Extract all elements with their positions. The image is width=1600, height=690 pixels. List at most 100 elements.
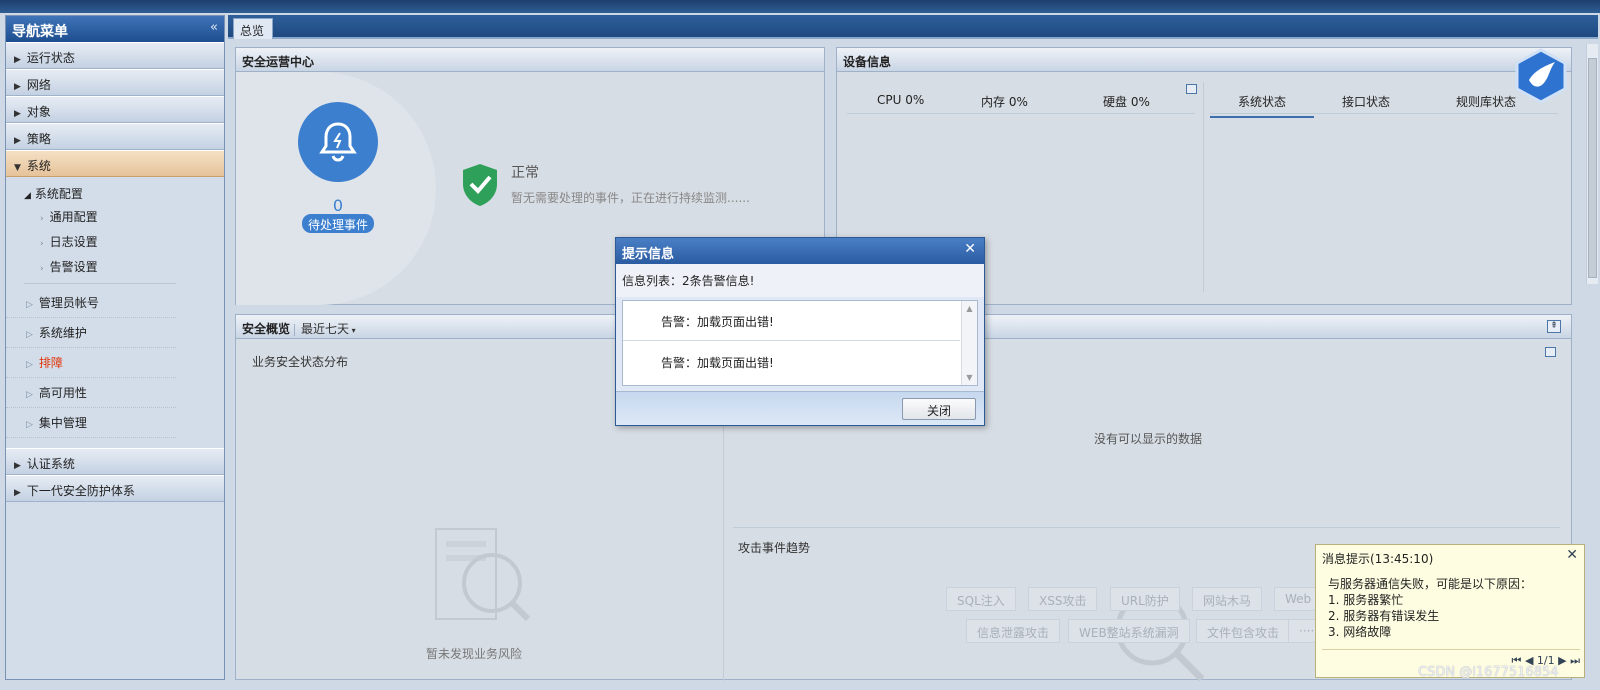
cpu-usage: CPU 0% (877, 93, 925, 107)
divider (1203, 82, 1204, 292)
watermark: CSDN @l1677516854 (1418, 665, 1559, 680)
close-button[interactable]: 关闭 (902, 398, 976, 420)
sidebar-item-system[interactable]: ▼ 系统 (6, 150, 224, 177)
scrollbar-thumb[interactable] (1588, 58, 1597, 278)
toast-line: 与服务器通信失败，可能是以下原因： (1328, 577, 1533, 591)
attack-tag: 网站木马 (1192, 587, 1263, 611)
submenu-item-admin-account[interactable]: ▷ 管理员帐号 (6, 288, 176, 318)
pending-events-label[interactable]: 待处理事件 (302, 214, 374, 233)
tab-overview[interactable]: 总览 (233, 18, 273, 39)
caret-down-icon: ▼ (14, 163, 21, 173)
disk-usage: 硬盘 0% (1103, 95, 1150, 109)
top-bar (0, 0, 1600, 13)
shield-check-icon (460, 162, 500, 211)
attack-tag: SQL注入 (946, 587, 1016, 611)
submenu-item-label: 高可用性 (38, 386, 87, 400)
alert-dialog: 提示信息 ✕ 信息列表：2条告警信息! 告警：加载页面出错! 告警：加载页面出错… (615, 237, 985, 426)
attack-tag: 文件包含攻击 (1196, 619, 1291, 643)
time-range-value: 最近七天 (301, 322, 350, 336)
dialog-header: 提示信息 ✕ (616, 238, 984, 264)
caret-right-icon: ▶ (14, 488, 21, 498)
alert-list: 告警：加载页面出错! 告警：加载页面出错! ▲ ▼ (622, 300, 978, 386)
panel-title: 安全运营中心 (236, 48, 824, 72)
submenu-group-system-config[interactable]: ◢ 系统配置 (6, 181, 224, 204)
last-page-icon[interactable]: ⏭ (1570, 654, 1580, 667)
caret-right-icon: ▷ (26, 300, 33, 310)
panel-title: 安全概览 (242, 322, 291, 336)
submenu-item-label: 集中管理 (38, 416, 87, 430)
submenu-item-label: 告警设置 (49, 260, 98, 274)
device-tabs: 系统状态 接口状态 规则库状态 (1210, 88, 1558, 118)
main-scrollbar[interactable] (1586, 44, 1598, 284)
attack-tag: URL防护 (1110, 587, 1180, 611)
sidebar-item-auth-system[interactable]: ▶ 认证系统 (6, 448, 224, 475)
caret-right-icon: ▶ (14, 136, 21, 146)
submenu-item-general-config[interactable]: › 通用配置 (6, 204, 224, 229)
toast-title: 消息提示(13:45:10) (1322, 552, 1434, 566)
status-title: 正常 (511, 165, 539, 181)
submenu-item-central-management[interactable]: ▷ 集中管理 (6, 408, 176, 438)
sidebar-header: 导航菜单 « (6, 16, 224, 42)
caret-right-icon: ▷ (26, 420, 33, 430)
list-item: 告警：加载页面出错! (623, 301, 960, 341)
sidebar-item-label: 策略 (26, 132, 51, 146)
time-range-dropdown[interactable]: 最近七天 ▾ (301, 322, 356, 336)
nav-sidebar: 导航菜单 « ▶ 运行状态 ▶ 网络 ▶ 对象 ▶ 策略 ▼ 系统 ◢ 系统配置 › 通用配置… (5, 15, 225, 680)
bell-icon[interactable] (298, 102, 378, 182)
divider (733, 527, 1560, 528)
arrow-icon: › (40, 214, 44, 224)
tab-interface-status[interactable]: 接口状态 (1342, 93, 1390, 110)
toast-header: 消息提示(13:45:10) ✕ (1316, 545, 1584, 572)
sidebar-item-object[interactable]: ▶ 对象 (6, 96, 224, 123)
sidebar-item-network[interactable]: ▶ 网络 (6, 69, 224, 96)
arrow-icon: › (40, 264, 44, 274)
scroll-up-icon[interactable]: ▲ (962, 304, 977, 313)
close-icon[interactable]: ✕ (964, 241, 976, 257)
dialog-footer: 关闭 (616, 391, 984, 425)
divider (294, 323, 296, 336)
panel-title: 设备信息 (837, 48, 1571, 72)
sidebar-item-run-status[interactable]: ▶ 运行状态 (6, 42, 224, 69)
submenu-item-label: 通用配置 (49, 210, 98, 224)
submenu-item-alarm-settings[interactable]: › 告警设置 (6, 254, 224, 279)
caret-right-icon: ▶ (14, 109, 21, 119)
caret-right-icon: ▷ (26, 330, 33, 340)
message-toast: 消息提示(13:45:10) ✕ 与服务器通信失败，可能是以下原因： 1. 服务… (1315, 544, 1585, 678)
sidebar-title: 导航菜单 (12, 24, 68, 40)
sidebar-item-label: 系统 (26, 159, 51, 173)
attack-trend-title: 攻击事件趋势 (738, 541, 811, 555)
sidebar-item-ngfw-defense[interactable]: ▶ 下一代安全防护体系 (6, 475, 224, 502)
biz-status-title: 业务安全状态分布 (252, 355, 349, 369)
list-scrollbar[interactable]: ▲ ▼ (961, 301, 977, 385)
submenu-item-high-availability[interactable]: ▷ 高可用性 (6, 378, 176, 408)
sidebar-item-policy[interactable]: ▶ 策略 (6, 123, 224, 150)
sidebar-item-label: 网络 (26, 78, 51, 92)
caret-down-icon: ◢ (24, 191, 31, 201)
submenu-item-label: 系统维护 (38, 326, 87, 340)
submenu-group-label: 系统配置 (34, 187, 83, 201)
tab-bar: 总览 (228, 15, 1598, 39)
caret-right-icon: ▶ (14, 55, 21, 65)
maximize-icon[interactable] (1545, 347, 1556, 357)
submenu-item-troubleshoot[interactable]: ▷ 排障 (6, 348, 176, 378)
scroll-down-icon[interactable]: ▼ (962, 373, 977, 382)
collapse-sidebar-icon[interactable]: « (210, 20, 218, 35)
magnifier-document-icon (435, 528, 531, 622)
attack-tag: XSS攻击 (1028, 587, 1098, 611)
submenu-item-log-settings[interactable]: › 日志设置 (6, 229, 224, 254)
close-icon[interactable]: ✕ (1566, 547, 1578, 563)
toast-body: 与服务器通信失败，可能是以下原因： 1. 服务器繁忙 2. 服务器有错误发生 3… (1316, 572, 1584, 644)
pending-count: 0 (332, 196, 344, 215)
sidebar-item-label: 下一代安全防护体系 (26, 484, 135, 498)
status-description: 暂无需要处理的事件，正在进行持续监测...... (511, 191, 750, 205)
submenu-item-system-maintenance[interactable]: ▷ 系统维护 (6, 318, 176, 348)
tab-rulebase-status[interactable]: 规则库状态 (1456, 93, 1516, 110)
next-page-icon[interactable]: ▶ (1558, 654, 1566, 667)
arrow-icon: › (40, 239, 44, 249)
sidebar-item-label: 对象 (26, 105, 51, 119)
collapse-panel-icon[interactable]: ⇞ (1547, 320, 1561, 333)
divider (24, 283, 176, 284)
brand-logo-icon (1515, 48, 1567, 104)
tab-system-status[interactable]: 系统状态 (1210, 93, 1314, 118)
submenu-item-label: 管理员帐号 (38, 296, 99, 310)
